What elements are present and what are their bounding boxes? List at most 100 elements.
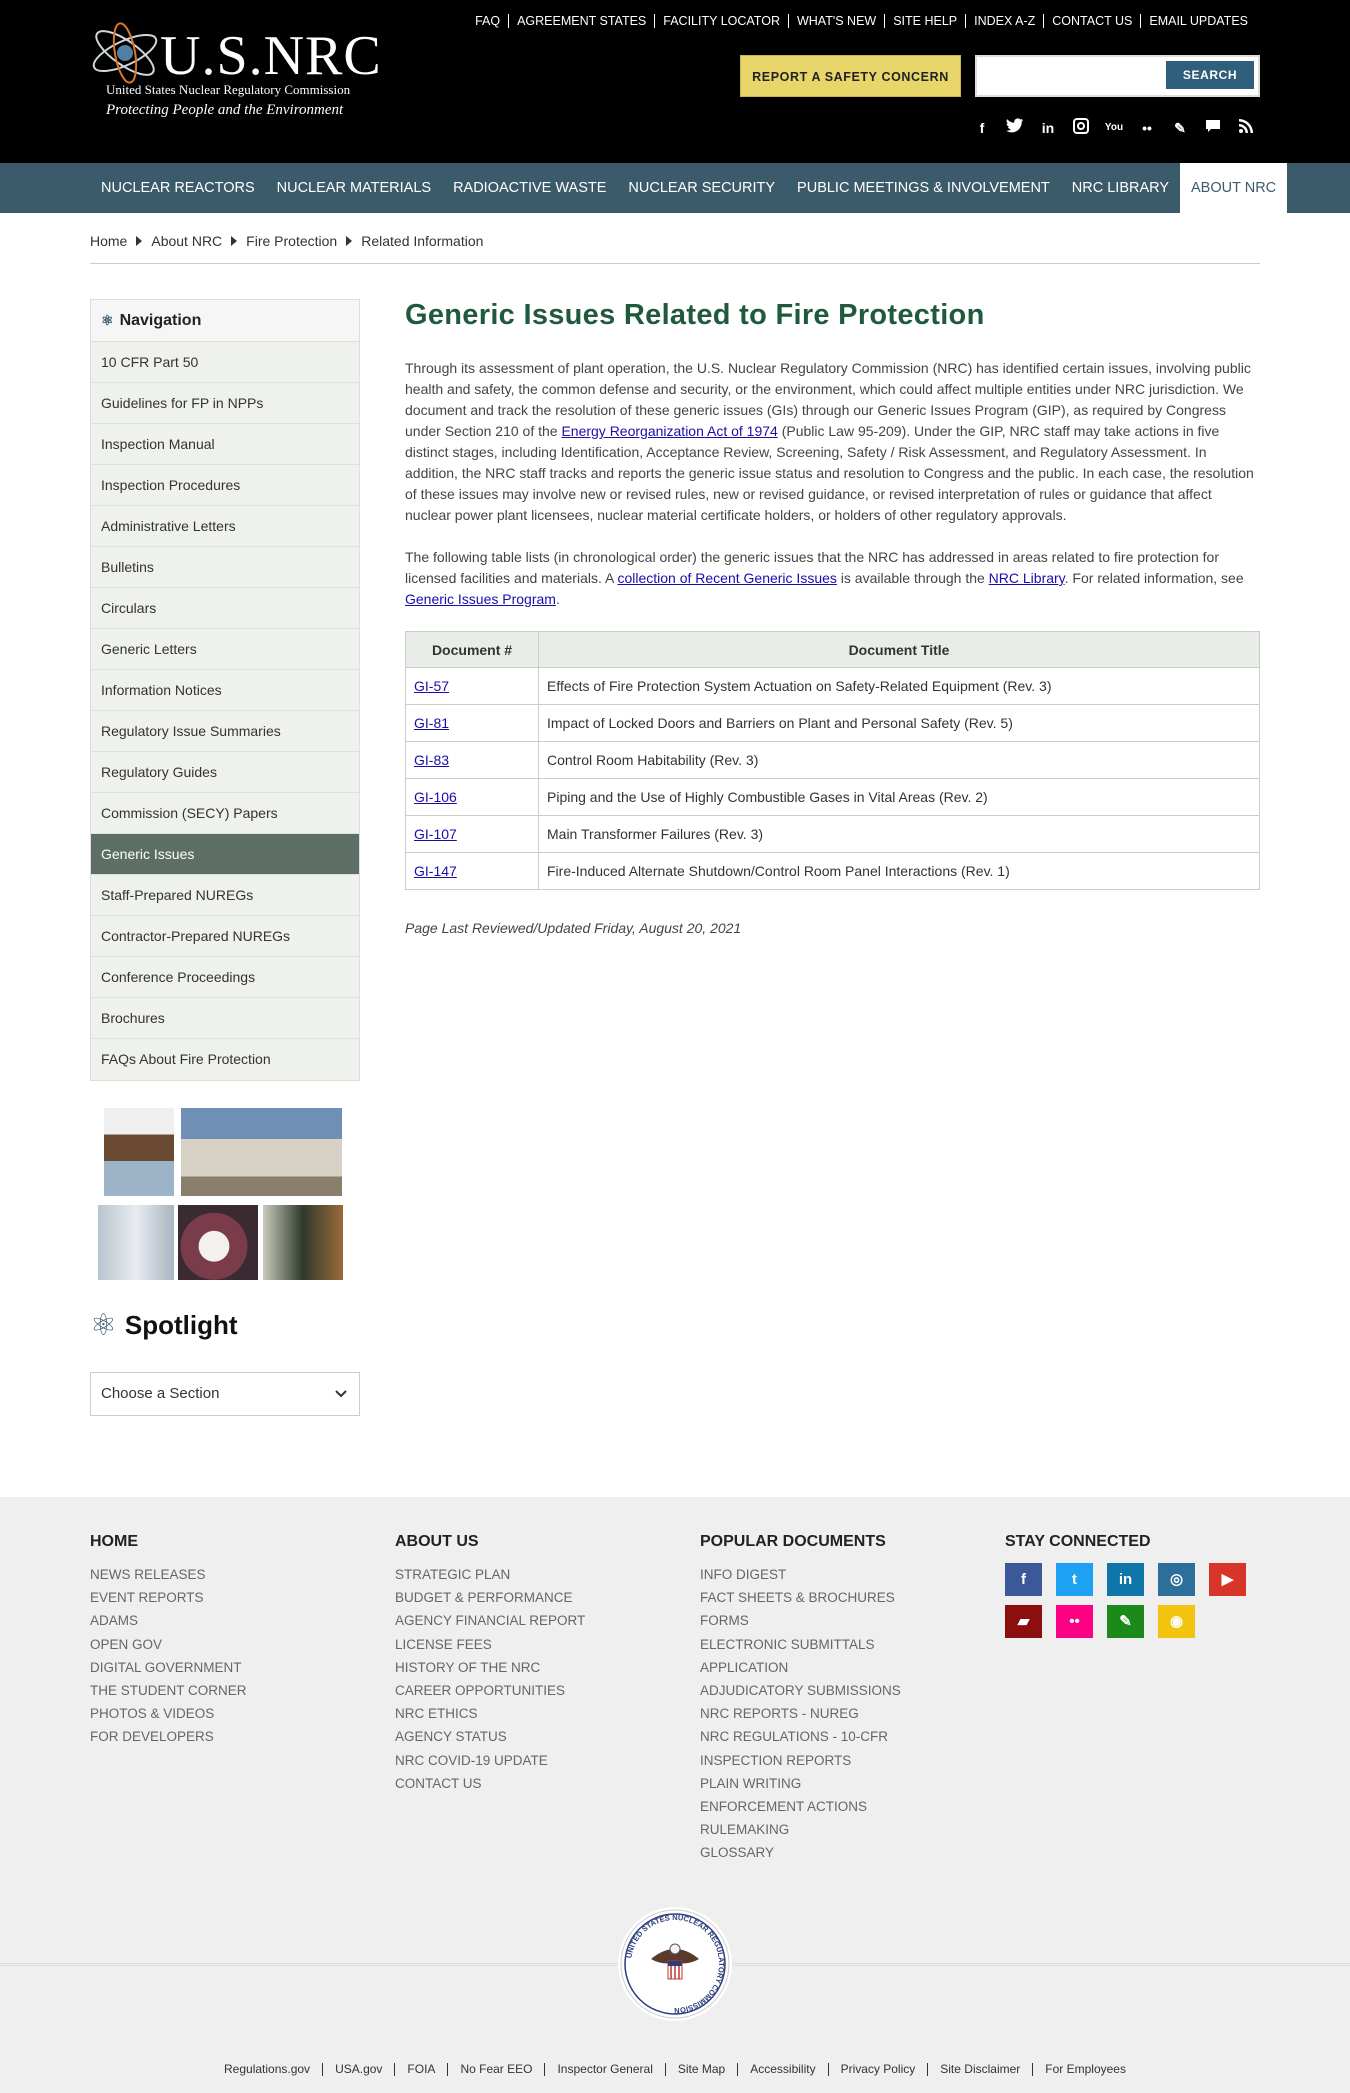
footer-link[interactable]: BUDGET & PERFORMANCE: [395, 1586, 585, 1609]
side-nav-item[interactable]: Bulletins: [91, 547, 359, 588]
side-nav-item[interactable]: Generic Letters: [91, 629, 359, 670]
footer-link[interactable]: AGENCY STATUS: [395, 1725, 585, 1748]
youtube-icon[interactable]: You: [1104, 118, 1124, 138]
side-nav-item[interactable]: Commission (SECY) Papers: [91, 793, 359, 834]
breadcrumb-fire-protection[interactable]: Fire Protection: [246, 233, 337, 249]
footer-bottom-link[interactable]: For Employees: [1032, 2063, 1138, 2076]
instagram-icon[interactable]: ◎: [1158, 1563, 1195, 1596]
energy-reorganization-act-link[interactable]: Energy Reorganization Act of 1974: [561, 423, 777, 439]
footer-link[interactable]: FACT SHEETS & BROCHURES: [700, 1586, 901, 1609]
generic-issues-program-link[interactable]: Generic Issues Program: [405, 591, 556, 607]
footer-link[interactable]: FORMS: [700, 1609, 901, 1632]
footer-bottom-link[interactable]: Site Map: [664, 2063, 737, 2076]
rss-icon[interactable]: ◉: [1158, 1605, 1195, 1638]
comment-icon[interactable]: [1203, 118, 1223, 138]
side-nav-item[interactable]: Brochures: [91, 998, 359, 1039]
side-nav-item[interactable]: Contractor-Prepared NUREGs: [91, 916, 359, 957]
footer-link[interactable]: GLOSSARY: [700, 1841, 901, 1864]
footer-link[interactable]: STRATEGIC PLAN: [395, 1563, 585, 1586]
footer-bottom-link[interactable]: FOIA: [394, 2063, 447, 2076]
footer-bottom-link[interactable]: USA.gov: [322, 2063, 394, 2076]
footer-bottom-link[interactable]: No Fear EEO: [447, 2063, 544, 2076]
rss-icon[interactable]: [1236, 118, 1256, 138]
footer-link[interactable]: LICENSE FEES: [395, 1633, 585, 1656]
footer-heading[interactable]: HOME: [90, 1533, 247, 1551]
footer-bottom-link[interactable]: Regulations.gov: [212, 2063, 322, 2076]
document-link[interactable]: GI-83: [414, 752, 449, 768]
footer-link[interactable]: INFO DIGEST: [700, 1563, 901, 1586]
side-nav-item[interactable]: FAQs About Fire Protection: [91, 1039, 359, 1080]
side-nav-item-active[interactable]: Generic Issues: [91, 834, 359, 875]
side-nav-item[interactable]: Staff-Prepared NUREGs: [91, 875, 359, 916]
document-link[interactable]: GI-57: [414, 678, 449, 694]
footer-link[interactable]: INSPECTION REPORTS: [700, 1749, 901, 1772]
side-nav-item[interactable]: Circulars: [91, 588, 359, 629]
top-link-facility-locator[interactable]: FACILITY LOCATOR: [654, 14, 788, 28]
nav-nuclear-security[interactable]: NUCLEAR SECURITY: [617, 163, 786, 213]
footer-link[interactable]: DIGITAL GOVERNMENT: [90, 1656, 247, 1679]
top-link-email-updates[interactable]: EMAIL UPDATES: [1140, 14, 1256, 28]
recent-generic-issues-link[interactable]: collection of Recent Generic Issues: [617, 570, 836, 586]
flickr-icon[interactable]: ••: [1137, 118, 1157, 138]
side-nav-item[interactable]: Regulatory Issue Summaries: [91, 711, 359, 752]
footer-link[interactable]: AGENCY FINANCIAL REPORT: [395, 1609, 585, 1632]
nav-radioactive-waste[interactable]: RADIOACTIVE WASTE: [442, 163, 617, 213]
linkedin-icon[interactable]: in: [1107, 1563, 1144, 1596]
document-link[interactable]: GI-106: [414, 789, 457, 805]
report-safety-concern-button[interactable]: REPORT A SAFETY CONCERN: [740, 55, 961, 97]
spotlight-section-select[interactable]: Choose a Section: [90, 1372, 360, 1416]
footer-link[interactable]: THE STUDENT CORNER: [90, 1679, 247, 1702]
footer-bottom-link[interactable]: Inspector General: [544, 2063, 664, 2076]
footer-link[interactable]: NRC ETHICS: [395, 1702, 585, 1725]
footer-link[interactable]: ADJUDICATORY SUBMISSIONS: [700, 1679, 901, 1702]
side-nav-item[interactable]: Inspection Manual: [91, 424, 359, 465]
youtube-icon[interactable]: ▶: [1209, 1563, 1246, 1596]
top-link-contact-us[interactable]: CONTACT US: [1043, 14, 1140, 28]
footer-link[interactable]: APPLICATION: [700, 1656, 901, 1679]
side-nav-item[interactable]: Inspection Procedures: [91, 465, 359, 506]
document-link[interactable]: GI-81: [414, 715, 449, 731]
footer-link[interactable]: CONTACT US: [395, 1772, 585, 1795]
footer-bottom-link[interactable]: Accessibility: [737, 2063, 827, 2076]
footer-link[interactable]: CAREER OPPORTUNITIES: [395, 1679, 585, 1702]
footer-link[interactable]: FOR DEVELOPERS: [90, 1725, 247, 1748]
top-link-whats-new[interactable]: WHAT'S NEW: [787, 14, 884, 28]
search-input[interactable]: SEARCH: [975, 55, 1260, 97]
instagram-icon[interactable]: [1071, 118, 1091, 138]
nav-about-nrc[interactable]: ABOUT NRC: [1180, 163, 1288, 213]
nav-nuclear-reactors[interactable]: NUCLEAR REACTORS: [90, 163, 266, 213]
top-link-index-a-z[interactable]: INDEX A-Z: [965, 14, 1043, 28]
footer-bottom-link[interactable]: Site Disclaimer: [927, 2063, 1032, 2076]
footer-link[interactable]: OPEN GOV: [90, 1633, 247, 1656]
footer-link[interactable]: EVENT REPORTS: [90, 1586, 247, 1609]
footer-link[interactable]: ELECTRONIC SUBMITTALS: [700, 1633, 901, 1656]
footer-heading[interactable]: ABOUT US: [395, 1533, 585, 1551]
side-nav-item[interactable]: Information Notices: [91, 670, 359, 711]
document-link[interactable]: GI-107: [414, 826, 457, 842]
search-button[interactable]: SEARCH: [1166, 61, 1254, 89]
footer-link[interactable]: HISTORY OF THE NRC: [395, 1656, 585, 1679]
footer-link[interactable]: PLAIN WRITING: [700, 1772, 901, 1795]
nrc-logo[interactable]: U.S.NRC United States Nuclear Regulatory…: [88, 18, 381, 128]
footer-heading[interactable]: POPULAR DOCUMENTS: [700, 1533, 901, 1551]
blog-icon[interactable]: ✎: [1107, 1605, 1144, 1638]
breadcrumb-home[interactable]: Home: [90, 233, 127, 249]
side-nav-item[interactable]: Guidelines for FP in NPPs: [91, 383, 359, 424]
comment-icon[interactable]: ▰: [1005, 1605, 1042, 1638]
side-nav-item[interactable]: Administrative Letters: [91, 506, 359, 547]
blog-icon[interactable]: ✎: [1170, 118, 1190, 138]
footer-link[interactable]: ADAMS: [90, 1609, 247, 1632]
footer-link[interactable]: ENFORCEMENT ACTIONS: [700, 1795, 901, 1818]
top-link-agreement-states[interactable]: AGREEMENT STATES: [508, 14, 654, 28]
footer-link[interactable]: NRC REPORTS - NUREG: [700, 1702, 901, 1725]
linkedin-icon[interactable]: in: [1038, 118, 1058, 138]
nav-nrc-library[interactable]: NRC LIBRARY: [1061, 163, 1180, 213]
side-nav-item[interactable]: Conference Proceedings: [91, 957, 359, 998]
side-nav-item[interactable]: Regulatory Guides: [91, 752, 359, 793]
footer-link[interactable]: NRC REGULATIONS - 10-CFR: [700, 1725, 901, 1748]
footer-link[interactable]: PHOTOS & VIDEOS: [90, 1702, 247, 1725]
document-link[interactable]: GI-147: [414, 863, 457, 879]
footer-link[interactable]: RULEMAKING: [700, 1818, 901, 1841]
nav-public-meetings[interactable]: PUBLIC MEETINGS & INVOLVEMENT: [786, 163, 1061, 213]
twitter-icon[interactable]: t: [1056, 1563, 1093, 1596]
